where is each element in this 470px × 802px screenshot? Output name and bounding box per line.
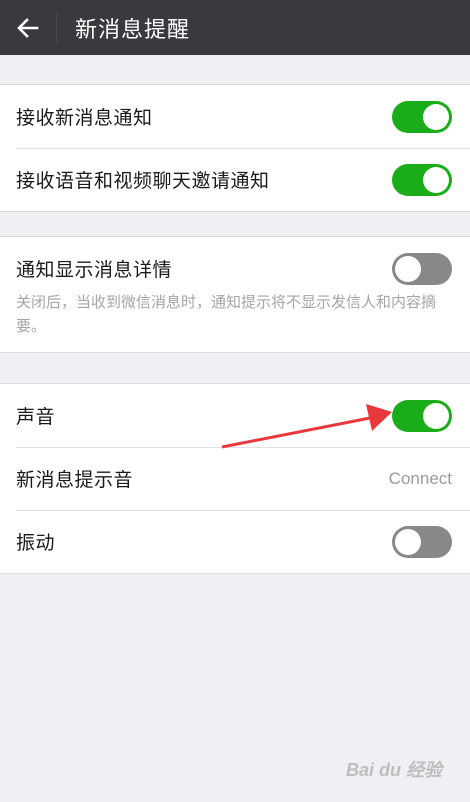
header-divider xyxy=(56,12,57,43)
sound-label: 声音 xyxy=(16,406,56,428)
sound-row: 声音 xyxy=(0,384,470,447)
show-message-details-label: 通知显示消息详情 xyxy=(16,259,173,281)
back-button[interactable] xyxy=(0,0,56,55)
top-bar: 新消息提醒 xyxy=(0,0,470,55)
show-message-details-toggle[interactable] xyxy=(392,252,452,285)
ringtone-row[interactable]: 新消息提示音 Connect xyxy=(0,447,470,510)
voice-video-invite-notification-toggle[interactable] xyxy=(392,163,452,196)
show-message-details-row: 通知显示消息详情 xyxy=(0,237,470,300)
new-message-notification-toggle[interactable] xyxy=(392,100,452,133)
voice-video-invite-notification-row: 接收语音和视频聊天邀请通知 xyxy=(0,148,470,211)
toggle-knob xyxy=(423,402,449,429)
new-message-notification-row: 接收新消息通知 xyxy=(0,85,470,148)
vibrate-row: 振动 xyxy=(0,510,470,573)
sound-toggle[interactable] xyxy=(392,399,452,432)
toggle-knob xyxy=(395,528,421,555)
notification-settings-group: 接收新消息通知 接收语音和视频聊天邀请通知 xyxy=(0,84,470,212)
watermark-text: Bai du 经验 xyxy=(345,760,442,780)
voice-video-invite-notification-label: 接收语音和视频聊天邀请通知 xyxy=(16,170,270,192)
vibrate-toggle[interactable] xyxy=(392,525,452,558)
arrow-left-icon xyxy=(17,17,39,38)
sound-settings-group: 声音 新消息提示音 Connect 振动 xyxy=(0,383,470,574)
toggle-knob xyxy=(423,166,449,193)
ringtone-value: Connect xyxy=(388,468,452,488)
ringtone-label: 新消息提示音 xyxy=(16,469,134,491)
new-message-notification-label: 接收新消息通知 xyxy=(16,107,153,129)
toggle-knob xyxy=(423,103,449,130)
message-details-group: 通知显示消息详情 关闭后，当收到微信消息时，通知提示将不显示发信人和内容摘要。 xyxy=(0,236,470,353)
baidu-watermark: Bai du 经验 xyxy=(346,756,442,782)
vibrate-label: 振动 xyxy=(16,532,56,554)
page-title: 新消息提醒 xyxy=(75,17,191,43)
toggle-knob xyxy=(395,255,421,282)
